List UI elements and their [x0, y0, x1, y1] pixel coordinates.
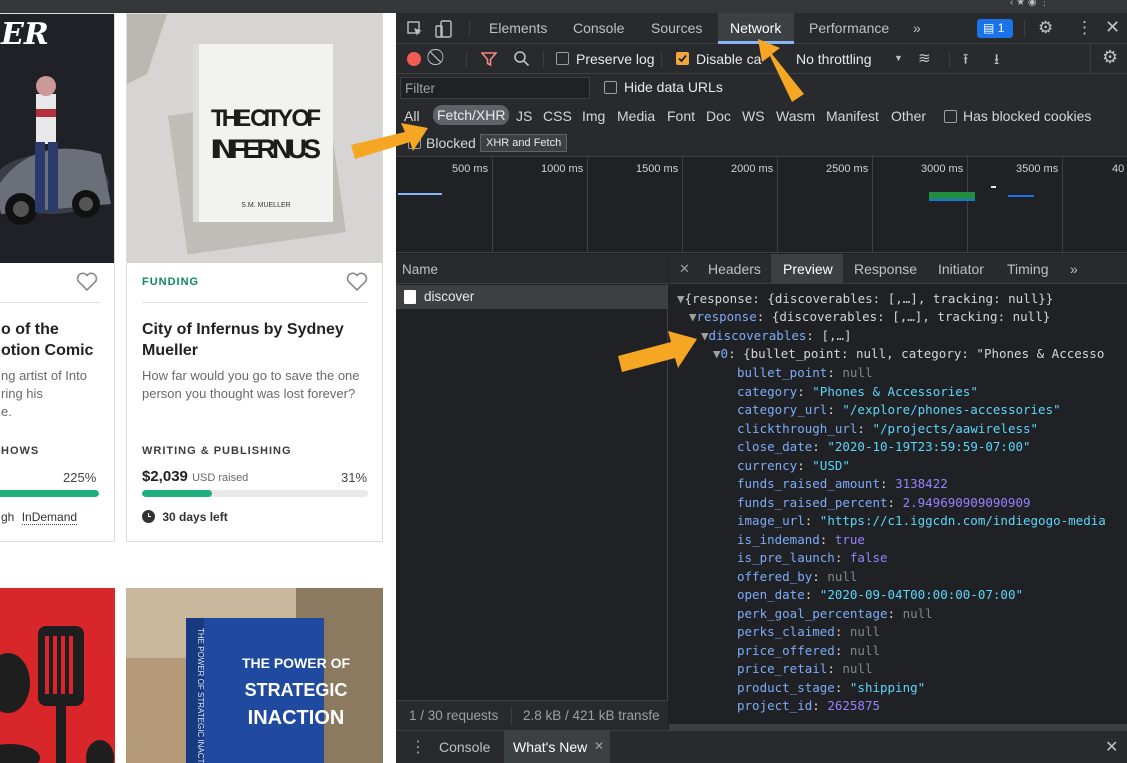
arrow-to-fetch-xhr-icon — [351, 123, 428, 159]
annotation-arrows — [351, 39, 804, 372]
arrow-to-network-tab-icon — [758, 39, 804, 102]
arrow-to-discoverables-icon — [618, 331, 697, 372]
